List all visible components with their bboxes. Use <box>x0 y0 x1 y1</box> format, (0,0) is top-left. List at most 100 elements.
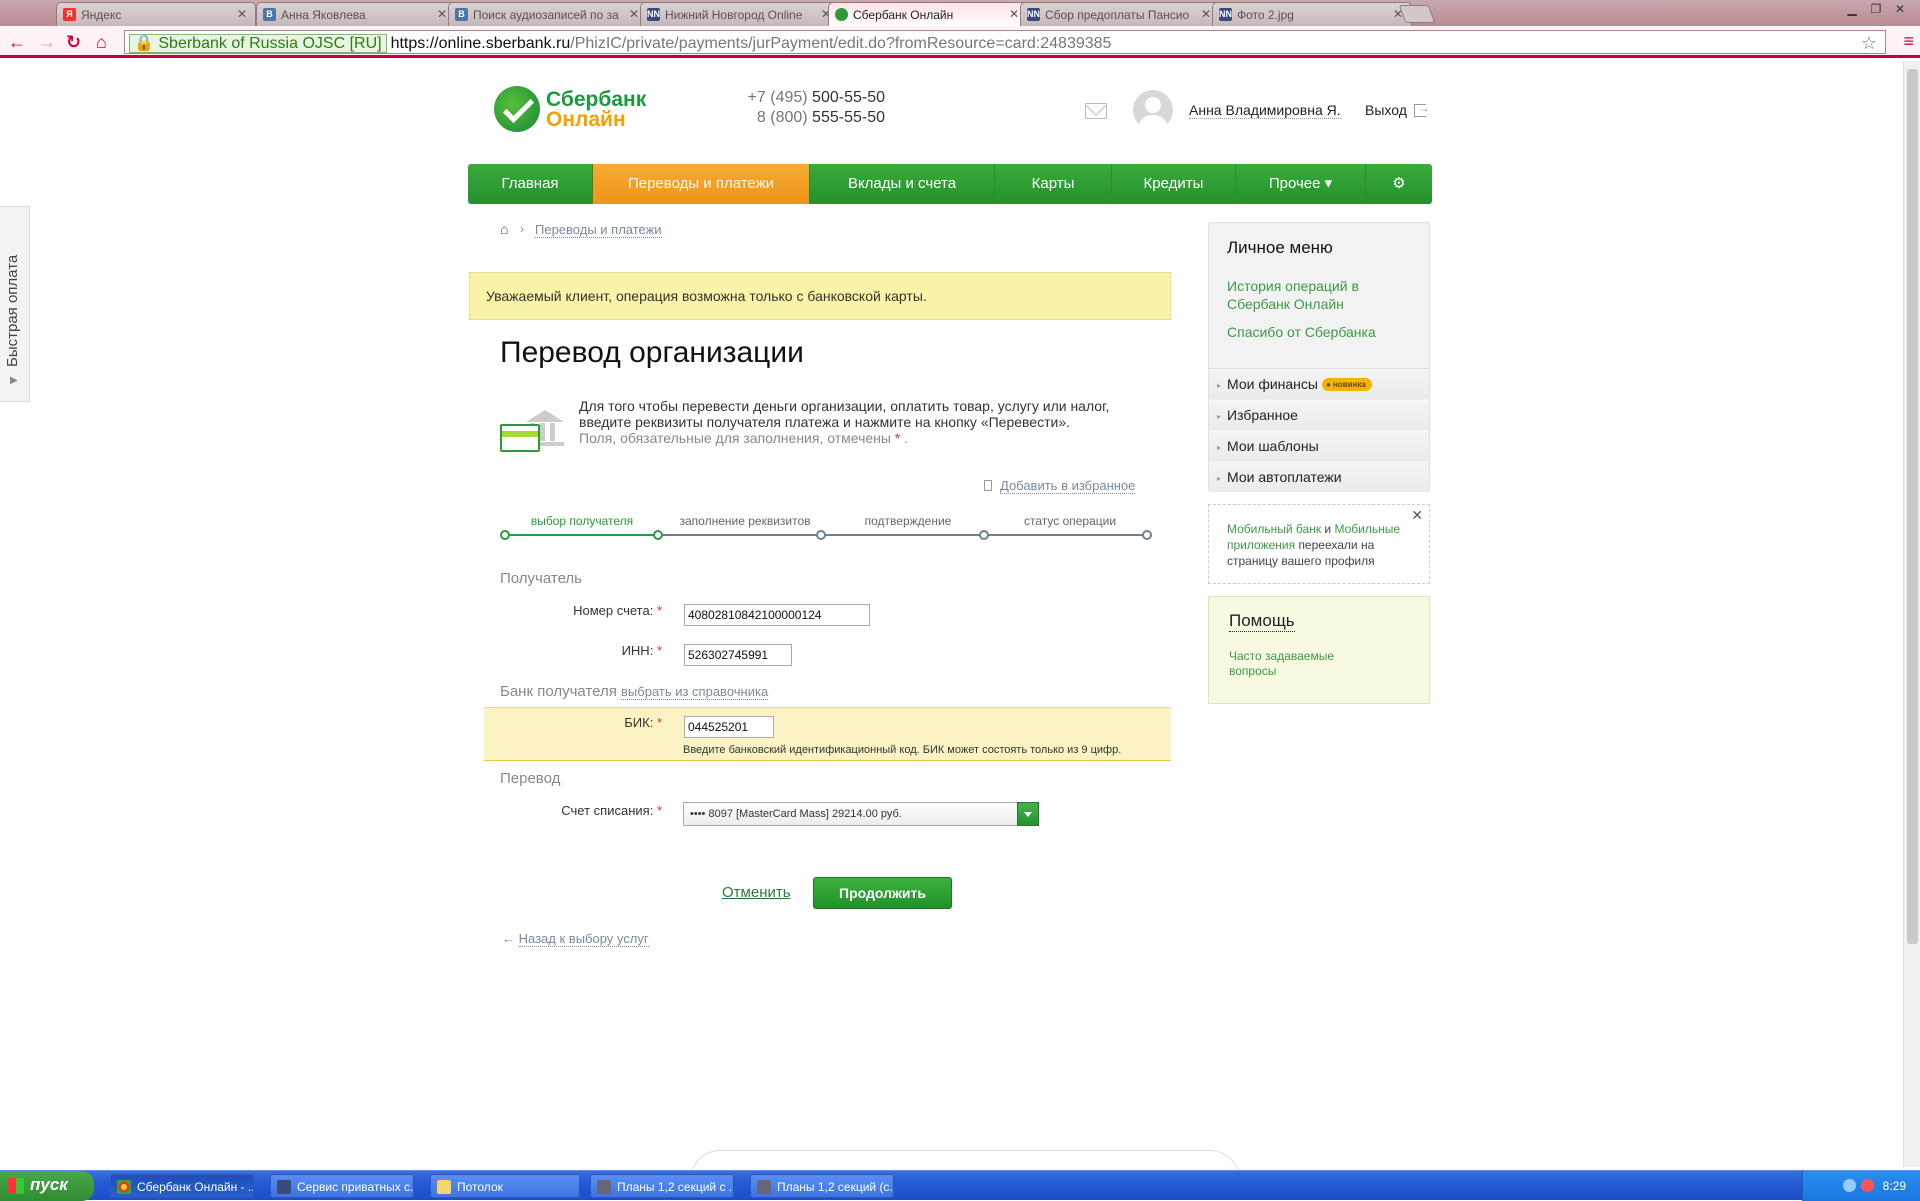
close-tab-icon[interactable]: ✕ <box>629 7 639 21</box>
close-window-icon[interactable]: ✕ <box>1888 2 1912 16</box>
close-tab-icon[interactable]: ✕ <box>237 7 247 21</box>
forward-arrow-icon[interactable]: → <box>38 32 56 53</box>
breadcrumb-transfers-link[interactable]: Переводы и платежи <box>535 222 662 238</box>
phone-prefix: 8 (800) <box>756 109 808 126</box>
window-controls: ▁ ❐ ✕ <box>1840 2 1912 16</box>
bank-card-icon <box>500 424 540 452</box>
browser-tab-active[interactable]: Сбербанк Онлайн ✕ <box>828 2 1028 26</box>
yandex-favicon-icon: Я <box>63 8 76 21</box>
add-to-favorites-link[interactable]: Добавить в избранное <box>984 478 1136 494</box>
continue-button[interactable]: Продолжить <box>813 877 952 909</box>
account-label-text: Номер счета: <box>573 603 654 618</box>
mobile-bank-link[interactable]: Мобильный банк <box>1227 522 1321 536</box>
mail-icon[interactable] <box>1085 103 1107 119</box>
taskbar-item[interactable]: Планы 1,2 секций с ... <box>590 1174 734 1198</box>
folder-icon <box>437 1180 451 1194</box>
transfer-section-header: Перевод <box>500 770 561 787</box>
nn-favicon-icon: NN <box>1219 8 1232 21</box>
nav-other[interactable]: Прочее ▾ <box>1236 164 1366 204</box>
faq-link[interactable]: Часто задаваемые вопросы <box>1229 649 1379 679</box>
nn-favicon-icon: NN <box>647 8 660 21</box>
chevron-down-icon[interactable] <box>1017 802 1039 826</box>
browser-tab[interactable]: NN Нижний Новгород Online ✕ <box>640 2 840 26</box>
minimize-icon[interactable]: ▁ <box>1840 2 1864 16</box>
step-dot <box>500 530 510 540</box>
breadcrumb-home-icon[interactable]: ⌂ <box>500 221 508 237</box>
chevron-right-icon: ▸ <box>1217 412 1222 421</box>
menu-my-templates[interactable]: ▸ Мои шаблоны <box>1209 431 1429 461</box>
page-scrollbar[interactable] <box>1903 61 1920 1167</box>
tray-icon[interactable] <box>1843 1179 1856 1192</box>
settings-gear-icon[interactable]: ⚙ <box>1366 164 1432 204</box>
bik-label-text: БИК: <box>624 715 654 730</box>
vk-favicon-icon: B <box>263 8 276 21</box>
taskbar-item[interactable]: Планы 1,2 секций (с... <box>750 1174 894 1198</box>
url-field[interactable]: 🔒 Sberbank of Russia OJSC [RU] https://on… <box>124 30 1886 54</box>
required-mark: * <box>656 715 662 730</box>
user-avatar[interactable] <box>1133 90 1173 130</box>
nav-transfers-payments[interactable]: Переводы и платежи <box>593 164 810 204</box>
clock[interactable]: 8:29 <box>1883 1179 1906 1193</box>
phone-number: 555-55-50 <box>812 109 885 126</box>
tab-label: Нижний Новгород Online <box>665 8 803 22</box>
account-label: Номер счета: * <box>482 603 662 618</box>
menu-my-finances[interactable]: ▸ Мои финансы ● новинка <box>1209 369 1429 399</box>
menu-favorites[interactable]: ▸ Избранное <box>1209 400 1429 430</box>
account-number-input[interactable] <box>684 604 870 626</box>
browser-menu-icon[interactable]: ≡ <box>1903 31 1914 52</box>
new-tab-button[interactable] <box>1398 5 1436 23</box>
close-tab-icon[interactable]: ✕ <box>437 7 447 21</box>
close-tab-icon[interactable]: ✕ <box>1009 7 1019 21</box>
taskbar-item[interactable]: Потолок <box>430 1174 580 1198</box>
nav-deposits-accounts[interactable]: Вклады и счета <box>810 164 995 204</box>
choose-from-directory-link[interactable]: выбрать из справочника <box>621 684 769 700</box>
quick-pay-tab[interactable]: Быстрая оплата ▶ <box>0 206 30 402</box>
expand-arrow-icon: ▶ <box>10 375 18 386</box>
bank-section-title: Банк получателя <box>500 683 617 700</box>
browser-tab[interactable]: B Поиск аудиозаписей по за ✕ <box>448 2 648 26</box>
debit-account-select[interactable]: •••• 8097 [MasterCard Mass] 29214.00 руб… <box>683 802 1039 826</box>
inn-input[interactable] <box>684 644 792 666</box>
scrollbar-thumb[interactable] <box>1907 69 1918 944</box>
nav-credits[interactable]: Кредиты <box>1112 164 1236 204</box>
tab-label: Поиск аудиозаписей по за <box>473 8 619 22</box>
phone-free: 8 (800) 555-55-50 <box>730 108 885 128</box>
personal-menu: Личное меню История операций в Сбербанк … <box>1208 222 1430 492</box>
cancel-link[interactable]: Отменить <box>722 884 791 901</box>
help-title[interactable]: Помощь <box>1229 611 1295 632</box>
taskbar-item[interactable]: Сервис приватных с... <box>270 1174 414 1198</box>
step-line-pending <box>658 534 1147 536</box>
operations-history-link[interactable]: История операций в Сбербанк Онлайн <box>1227 277 1417 313</box>
browser-tab[interactable]: B Анна Яковлева ✕ <box>256 2 456 26</box>
spasibo-link[interactable]: Спасибо от Сбербанка <box>1227 323 1417 341</box>
bik-input[interactable] <box>684 716 774 738</box>
browser-tab[interactable]: NN Фото 2.jpg ✕ <box>1212 2 1412 26</box>
nav-home[interactable]: Главная <box>468 164 593 204</box>
mobile-bank-tip: ✕ Мобильный банк и Мобильные приложения … <box>1208 504 1430 584</box>
reload-icon[interactable]: ↻ <box>66 32 81 53</box>
close-tab-icon[interactable]: ✕ <box>1201 7 1211 21</box>
home-icon[interactable]: ⌂ <box>96 32 107 53</box>
taskbar-item-label: Сервис приватных с... <box>297 1180 414 1194</box>
start-button[interactable]: пуск <box>0 1171 94 1201</box>
menu-autopayments[interactable]: ▸ Мои автоплатежи <box>1209 462 1429 492</box>
ev-certificate-badge[interactable]: 🔒 Sberbank of Russia OJSC [RU] <box>129 34 387 53</box>
bookmark-star-icon[interactable]: ☆ <box>1861 33 1877 54</box>
logout-icon[interactable] <box>1414 101 1430 117</box>
close-icon[interactable]: ✕ <box>1411 507 1423 523</box>
windows-taskbar: пуск Сбербанк Онлайн - ... Сервис приват… <box>0 1170 1920 1201</box>
nav-cards[interactable]: Карты <box>995 164 1112 204</box>
taskbar-item[interactable]: Сбербанк Онлайн - ... <box>110 1174 254 1198</box>
tray-icon[interactable] <box>1861 1179 1874 1192</box>
required-mark: * <box>656 643 662 658</box>
back-to-services-link[interactable]: ← Назад к выбору услуг <box>502 931 649 947</box>
user-name-link[interactable]: Анна Владимировна Я. <box>1189 102 1341 119</box>
step-dot <box>1142 530 1152 540</box>
browser-tab[interactable]: Я Яндекс ✕ <box>56 2 256 26</box>
browser-tab[interactable]: NN Сбор предоплаты Пансио ✕ <box>1020 2 1220 26</box>
logout-link[interactable]: Выход <box>1365 102 1407 118</box>
back-arrow-icon[interactable]: ← <box>8 32 26 53</box>
restore-icon[interactable]: ❐ <box>1864 2 1888 16</box>
taskbar-item-label: Планы 1,2 секций (с... <box>777 1180 894 1194</box>
required-note-text: Поля, обязательные для заполнения, отмеч… <box>579 430 891 446</box>
